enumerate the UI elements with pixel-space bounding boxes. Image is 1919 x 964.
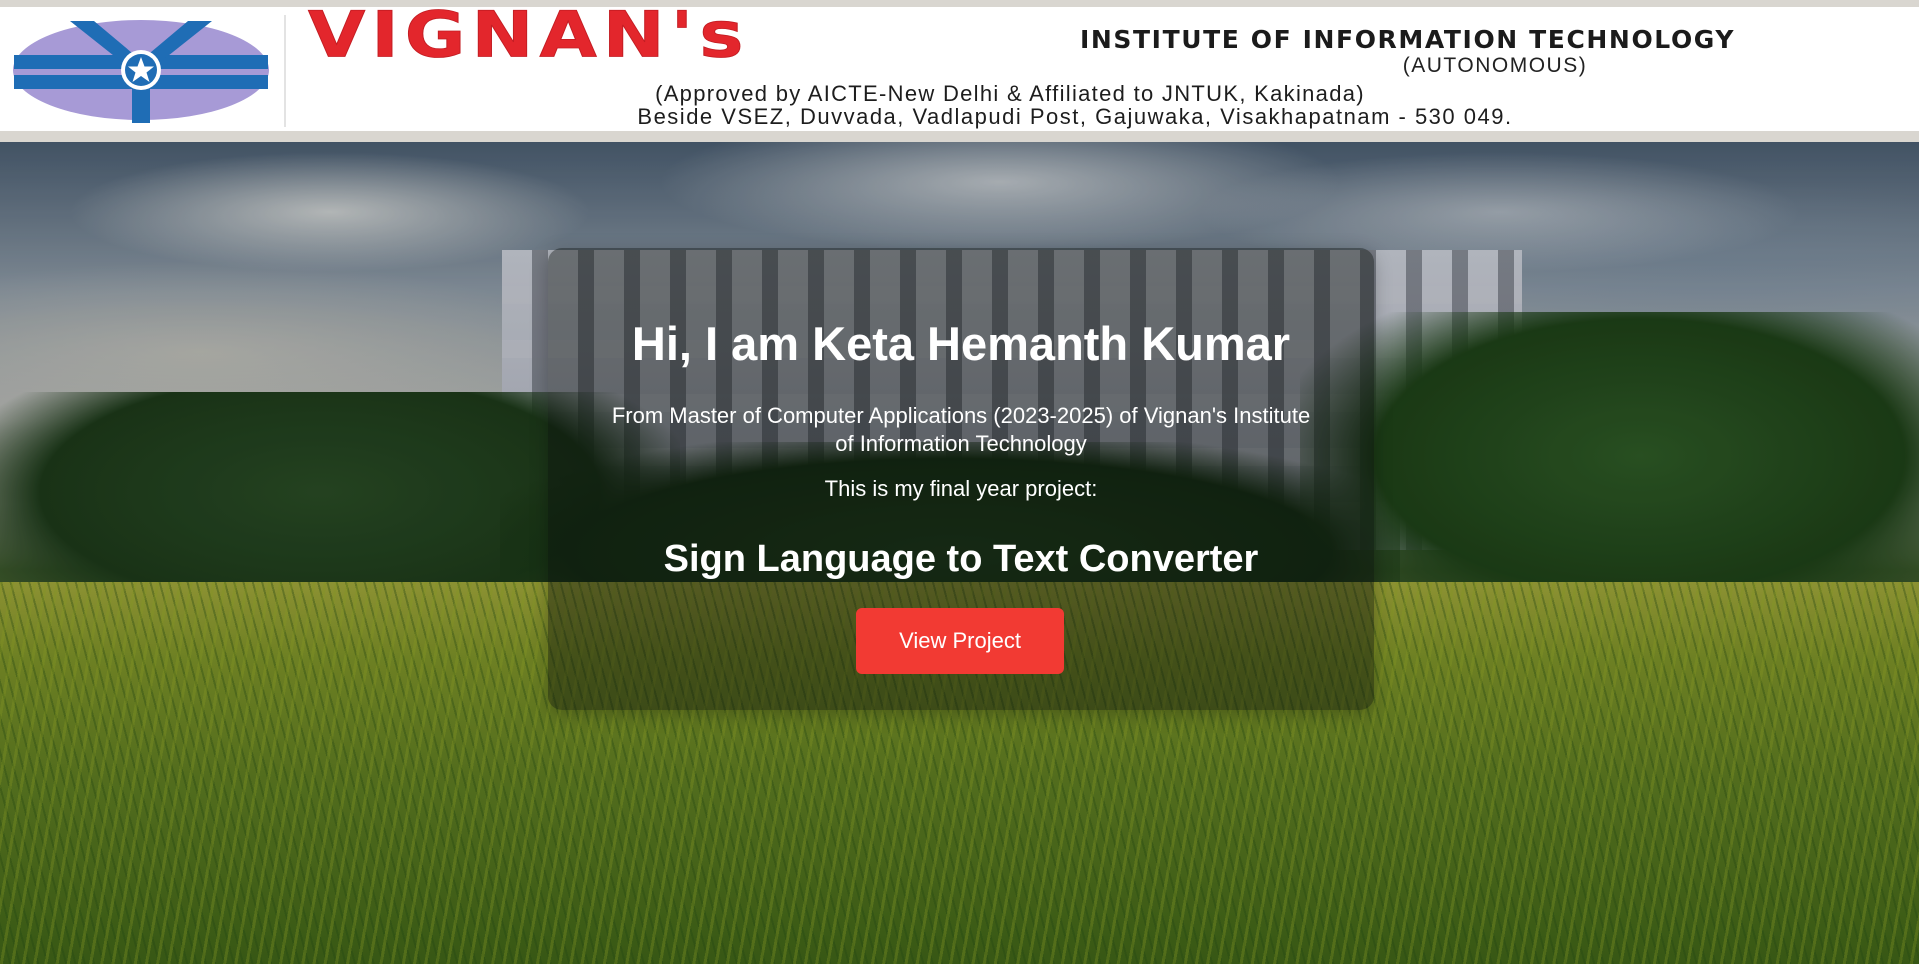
program-description: From Master of Computer Applications (20… bbox=[611, 403, 1311, 456]
institute-status: (AUTONOMOUS) bbox=[1402, 54, 1588, 77]
header-banner-strip: VIGNAN's INSTITUTE OF INFORMATION TECHNO… bbox=[0, 0, 1919, 142]
view-project-button[interactable]: View Project bbox=[856, 608, 1064, 674]
intro-card: Hi, I am Keta Hemanth Kumar From Master … bbox=[548, 248, 1374, 710]
greeting-heading: Hi, I am Keta Hemanth Kumar bbox=[631, 317, 1291, 370]
project-intro-text: This is my final year project: bbox=[824, 476, 1098, 501]
header-divider bbox=[284, 15, 286, 127]
address-text: Beside VSEZ, Duvvada, Vadlapudi Post, Ga… bbox=[637, 104, 1513, 129]
header-banner: VIGNAN's INSTITUTE OF INFORMATION TECHNO… bbox=[0, 3, 1919, 131]
project-title: Sign Language to Text Converter bbox=[663, 538, 1259, 580]
approval-text: (Approved by AICTE-New Delhi & Affiliate… bbox=[655, 81, 1365, 106]
institute-name: INSTITUTE OF INFORMATION TECHNOLOGY bbox=[1080, 25, 1736, 54]
brand-name: VIGNAN's bbox=[307, 0, 750, 72]
vignan-logo-icon bbox=[13, 20, 269, 123]
